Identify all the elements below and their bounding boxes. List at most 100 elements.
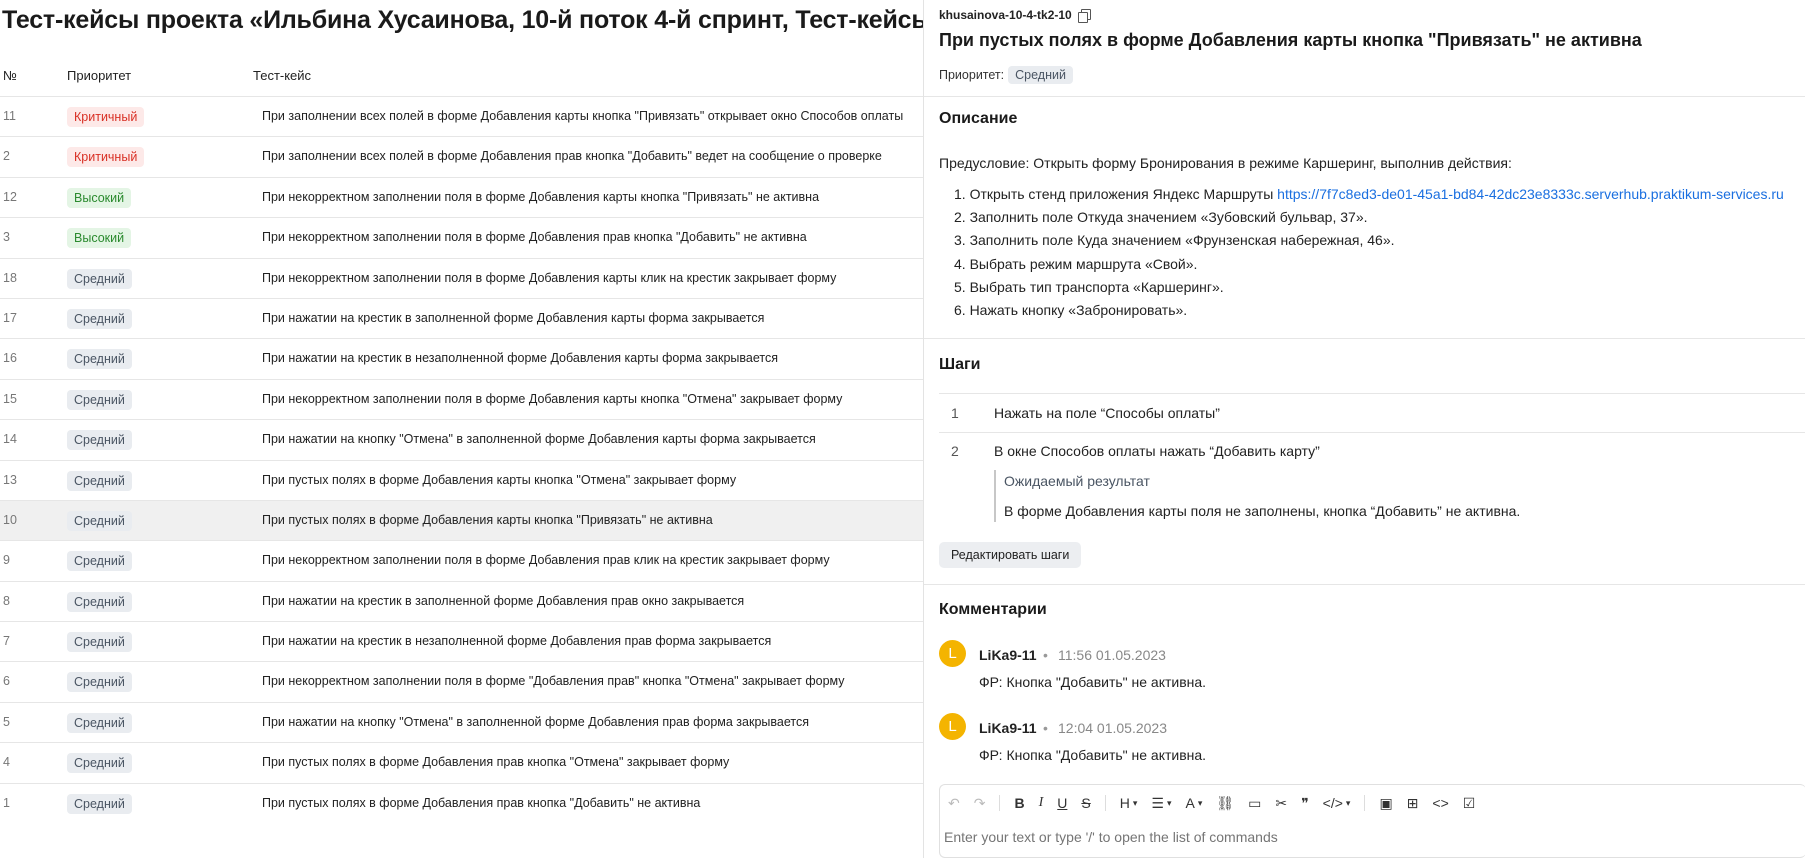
priority-badge: Средний [67,551,132,572]
priority-badge: Критичный [67,147,145,168]
table-row[interactable]: 7 Средний При нажатии на крестик в незапол… [0,621,923,661]
description-heading: Описание [939,110,1018,127]
precondition-list: 1. Открыть стенд приложения Яндекс Маршр… [954,186,1784,325]
table-row[interactable]: 5 Средний При нажатии на кнопку "Отмена" в… [0,701,923,742]
comment-time: 12:04 01.05.2023 [1058,720,1167,736]
priority-badge: Средний [67,712,132,733]
avatar[interactable]: L [939,713,966,740]
text-color-dropdown[interactable]: A ▾ [1185,795,1202,811]
case-title: При пустых полях в форме Добавления прав… [262,795,701,810]
table-row[interactable]: 14 Средний При нажатии на кнопку "Отмена" … [0,419,923,459]
test-case-table: 11 Критичный При заполнении всех полей в ф… [0,96,923,823]
column-header-num[interactable]: № [3,68,17,83]
cut-icon[interactable]: ✂ [1275,795,1287,812]
case-title: При некорректном заполнении поля в форме… [262,270,837,285]
comment-time: 11:56 01.05.2023 [1058,647,1166,663]
case-number: 14 [3,432,17,447]
list-dropdown[interactable]: ☰ ▾ [1151,795,1171,812]
step-number: 1 [951,405,959,421]
priority-badge: Средний [67,672,132,693]
priority-badge: Средний [67,430,132,451]
redo-icon[interactable]: ↷ [974,795,986,812]
table-row[interactable]: 9 Средний При некорректном заполнении поля… [0,540,923,580]
table-row[interactable]: 10 Средний При пустых полях в форме Добавл… [0,499,923,541]
expected-result-text: В форме Добавления карты поля не заполне… [1004,503,1521,519]
case-title: При некорректном заполнении поля в форме… [262,553,830,568]
stand-link[interactable]: https://7f7c8ed3-de01-45a1-bd84-42dc23e8… [1277,186,1784,202]
table-header: № Приоритет Тест-кейс [0,68,923,96]
code-block-dropdown[interactable]: </> ▾ [1323,795,1351,811]
priority-badge: Средний [67,753,132,774]
column-header-case[interactable]: Тест-кейс [253,68,311,83]
column-header-priority[interactable]: Приоритет [67,68,131,83]
case-title: При пустых полях в форме Добавления прав… [262,755,730,770]
edit-steps-button[interactable]: Редактировать шаги [939,542,1082,568]
note-icon[interactable]: ▭ [1248,795,1261,812]
case-number: 3 [3,230,10,245]
comment-editor[interactable]: ↶ ↷ B I U S H ▾ ☰ ▾ A ▾ ⛓ ▭ ✂ ❞ </> ▾ ▣ ⊞ <>… [939,784,1805,858]
avatar[interactable]: L [939,640,966,667]
case-number: 18 [3,270,17,285]
steps-heading: Шаги [939,356,981,373]
case-number: 4 [3,755,10,770]
comment-author[interactable]: LiKa9-11 [979,647,1037,663]
case-number: 7 [3,634,10,649]
case-title: При пустых полях в форме Добавления карт… [939,30,1642,50]
priority-badge: Средний [67,591,132,612]
strikethrough-icon[interactable]: S [1081,795,1090,811]
divider [924,338,1805,339]
table-row[interactable]: 18 Средний При некорректном заполнении пол… [0,257,923,298]
case-title: При нажатии на кнопку "Отмена" в заполне… [262,714,809,729]
priority-label: Приоритет: [939,68,1005,82]
table-row[interactable]: 3 Высокий При некорректном заполнении поля… [0,217,923,257]
comment-text: ФР: Кнопка "Добавить" не активна. [979,747,1207,763]
list-item: 5. Выбрать тип транспорта «Каршеринг». [954,278,1224,295]
case-number: 9 [3,553,10,568]
list-item: 1. Открыть стенд приложения Яндекс Маршр… [954,186,1784,202]
divider [924,584,1805,585]
table-row[interactable]: 12 Высокий При некорректном заполнении пол… [0,176,923,217]
table-row[interactable]: 13 Средний При пустых полях в форме Добавл… [0,459,923,500]
table-row[interactable]: 6 Средний При некорректном заполнении поля… [0,661,923,701]
page-title: Тест-кейсы проекта «Ильбина Хусаинова, 1… [2,6,923,34]
image-icon[interactable]: ▣ [1379,795,1392,812]
table-row[interactable]: 2 Критичный При заполнении всех полей в фо… [0,136,923,176]
table-row[interactable]: 15 Средний При некорректном заполнении пол… [0,378,923,419]
case-title: При нажатии на крестик в заполненной фор… [262,310,765,325]
priority-badge: Средний [1008,66,1073,84]
table-row[interactable]: 8 Средний При нажатии на крестик в заполне… [0,580,923,621]
priority-badge: Средний [67,510,132,531]
step-number: 2 [951,443,959,459]
quote-icon[interactable]: ❞ [1301,795,1309,812]
undo-icon[interactable]: ↶ [948,795,960,812]
checkbox-icon[interactable]: ☑ [1463,795,1476,812]
toolbar-divider [1104,795,1106,811]
test-case-list-panel: Тест-кейсы проекта «Ильбина Хусаинова, 1… [0,0,923,858]
table-row[interactable]: 4 Средний При пустых полях в форме Добавле… [0,742,923,782]
comment-input[interactable] [944,829,1744,845]
copy-icon[interactable] [1077,8,1091,23]
case-title: При некорректном заполнении поля в форме… [262,189,820,204]
table-row[interactable]: 11 Критичный При заполнении всех полей в ф… [0,96,923,136]
comment-text: ФР: Кнопка "Добавить" не активна. [979,674,1207,690]
divider [924,96,1805,97]
table-row[interactable]: 17 Средний При нажатии на крестик в заполн… [0,297,923,338]
italic-icon[interactable]: I [1039,795,1044,811]
case-title: При некорректном заполнении поля в форме… [262,391,843,406]
divider [939,432,1805,433]
underline-icon[interactable]: U [1057,795,1067,811]
step-text: В окне Способов оплаты нажать “Добавить … [994,443,1320,459]
case-code-line: khusainova-10-4-tk2-10 [939,8,1091,23]
case-number: 5 [3,714,10,729]
list-item: 2. Заполнить поле Откуда значением «Зубо… [954,209,1368,226]
bold-icon[interactable]: B [1014,795,1024,811]
chevron-down-icon: ▾ [1132,797,1138,808]
heading-dropdown[interactable]: H ▾ [1120,795,1138,811]
table-icon[interactable]: ⊞ [1407,795,1419,812]
comment-author[interactable]: LiKa9-11 [979,720,1037,736]
code-icon[interactable]: <> [1432,795,1448,811]
table-row[interactable]: 16 Средний При нажатии на крестик в незапо… [0,338,923,378]
table-row[interactable]: 1 Средний При пустых полях в форме Добавле… [0,782,923,823]
toolbar-divider [1364,795,1366,811]
link-icon[interactable]: ⛓ [1216,795,1234,812]
